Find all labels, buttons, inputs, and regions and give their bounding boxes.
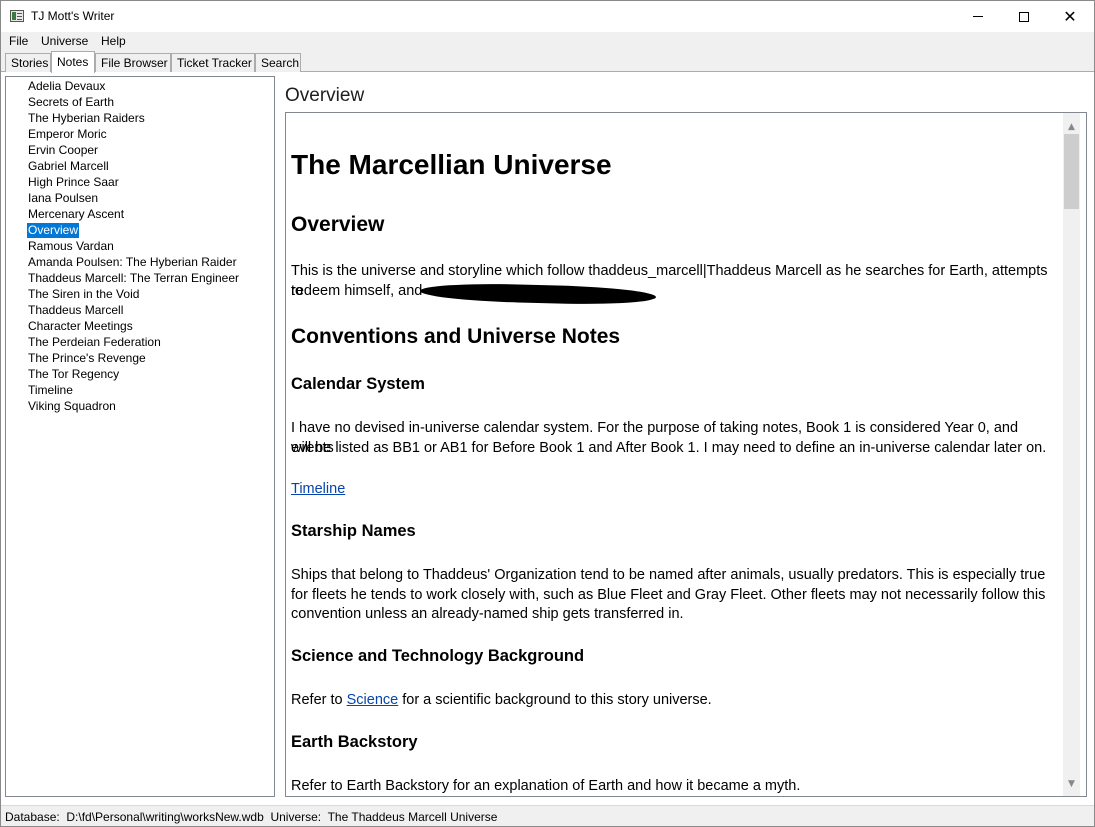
tab-file-browser[interactable]: File Browser xyxy=(95,53,171,72)
menu-help[interactable]: Help xyxy=(101,34,126,48)
science-heading: Science and Technology Background xyxy=(291,647,585,665)
scroll-down-arrow-icon[interactable]: ▼ xyxy=(1063,775,1080,792)
calendar-heading: Calendar System xyxy=(291,375,425,393)
list-item[interactable]: Character Meetings xyxy=(27,319,134,334)
overview-heading: Overview xyxy=(291,213,385,236)
list-item[interactable]: The Perdeian Federation xyxy=(27,335,162,350)
notes-list[interactable]: Adelia Devaux Secrets of Earth The Hyber… xyxy=(5,76,275,797)
list-item[interactable]: Viking Squadron xyxy=(27,399,117,414)
title-bar: TJ Mott's Writer ✕ xyxy=(1,1,1094,32)
tab-stories[interactable]: Stories xyxy=(5,53,51,72)
timeline-link[interactable]: Timeline xyxy=(291,481,345,497)
document-body: The Marcellian Universe Overview This is… xyxy=(291,113,1063,796)
list-item[interactable]: The Siren in the Void xyxy=(27,287,140,302)
close-icon: ✕ xyxy=(1063,6,1077,26)
starship-heading: Starship Names xyxy=(291,522,416,540)
tab-strip: Stories Notes File Browser Ticket Tracke… xyxy=(1,51,1094,73)
list-item[interactable]: Mercenary Ascent xyxy=(27,207,125,222)
science-link[interactable]: Science xyxy=(347,692,399,708)
science-paragraph: Refer to Science for a scientific backgr… xyxy=(291,690,1063,710)
list-item-selected[interactable]: Overview xyxy=(27,223,80,238)
window-title: TJ Mott's Writer xyxy=(31,9,115,23)
starship-text-line-1: Ships that belong to Thaddeus' Organizat… xyxy=(291,567,1046,583)
starship-text-line-2: for fleets he tends to work closely with… xyxy=(291,587,1046,603)
list-item[interactable]: Amanda Poulsen: The Hyberian Raider xyxy=(27,255,238,270)
list-item[interactable]: Adelia Devaux xyxy=(27,79,106,94)
list-item[interactable]: High Prince Saar xyxy=(27,175,120,190)
maximize-icon xyxy=(1019,11,1029,22)
calendar-text-line-2: will be listed as BB1 or AB1 for Before … xyxy=(291,440,1047,456)
science-prefix: Refer to xyxy=(291,692,347,708)
document-viewer[interactable]: The Marcellian Universe Overview This is… xyxy=(285,112,1087,797)
science-suffix: for a scientific background to this stor… xyxy=(398,692,712,708)
list-item[interactable]: Secrets of Earth xyxy=(27,95,115,110)
earth-heading: Earth Backstory xyxy=(291,733,418,751)
timeline-paragraph: Timeline xyxy=(291,479,1063,499)
scroll-thumb[interactable] xyxy=(1064,134,1079,209)
list-item[interactable]: Iana Poulsen xyxy=(27,191,99,206)
scroll-up-arrow-icon[interactable]: ▲ xyxy=(1063,118,1080,135)
conventions-heading: Conventions and Universe Notes xyxy=(291,325,621,348)
tab-search[interactable]: Search xyxy=(255,53,301,72)
minimize-button[interactable] xyxy=(955,1,1001,32)
starship-text-line-3: convention unless an already-named ship … xyxy=(291,606,684,622)
vertical-scrollbar[interactable]: ▲ ▼ xyxy=(1063,113,1080,796)
list-item[interactable]: Thaddeus Marcell xyxy=(27,303,124,318)
minimize-icon xyxy=(973,16,983,17)
list-item[interactable]: Ervin Cooper xyxy=(27,143,99,158)
maximize-button[interactable] xyxy=(1001,1,1047,32)
list-item[interactable]: The Tor Regency xyxy=(27,367,120,382)
list-item[interactable]: Gabriel Marcell xyxy=(27,159,110,174)
list-item[interactable]: The Hyberian Raiders xyxy=(27,111,146,126)
menu-file[interactable]: File xyxy=(9,34,28,48)
app-window: TJ Mott's Writer ✕ File Universe Help St… xyxy=(0,0,1095,827)
list-item[interactable]: Emperor Moric xyxy=(27,127,108,142)
close-button[interactable]: ✕ xyxy=(1047,1,1093,32)
list-item[interactable]: The Prince's Revenge xyxy=(27,351,147,366)
list-item[interactable]: Thaddeus Marcell: The Terran Engineer xyxy=(27,271,240,286)
status-bar: Database: D:\fd\Personal\writing\worksNe… xyxy=(1,805,1094,826)
tab-ticket-tracker[interactable]: Ticket Tracker xyxy=(171,53,255,72)
menu-universe[interactable]: Universe xyxy=(41,34,88,48)
earth-text: Refer to Earth Backstory for an explanat… xyxy=(291,778,801,794)
doc-title: The Marcellian Universe xyxy=(291,149,612,180)
list-item[interactable]: Ramous Vardan xyxy=(27,239,115,254)
list-item[interactable]: Timeline xyxy=(27,383,74,398)
menu-bar: File Universe Help xyxy=(1,32,1094,51)
app-icon xyxy=(10,10,24,22)
page-title: Overview xyxy=(285,85,365,106)
overview-text-line-2: redeem himself, and xyxy=(291,283,423,299)
tab-notes[interactable]: Notes xyxy=(51,51,95,73)
